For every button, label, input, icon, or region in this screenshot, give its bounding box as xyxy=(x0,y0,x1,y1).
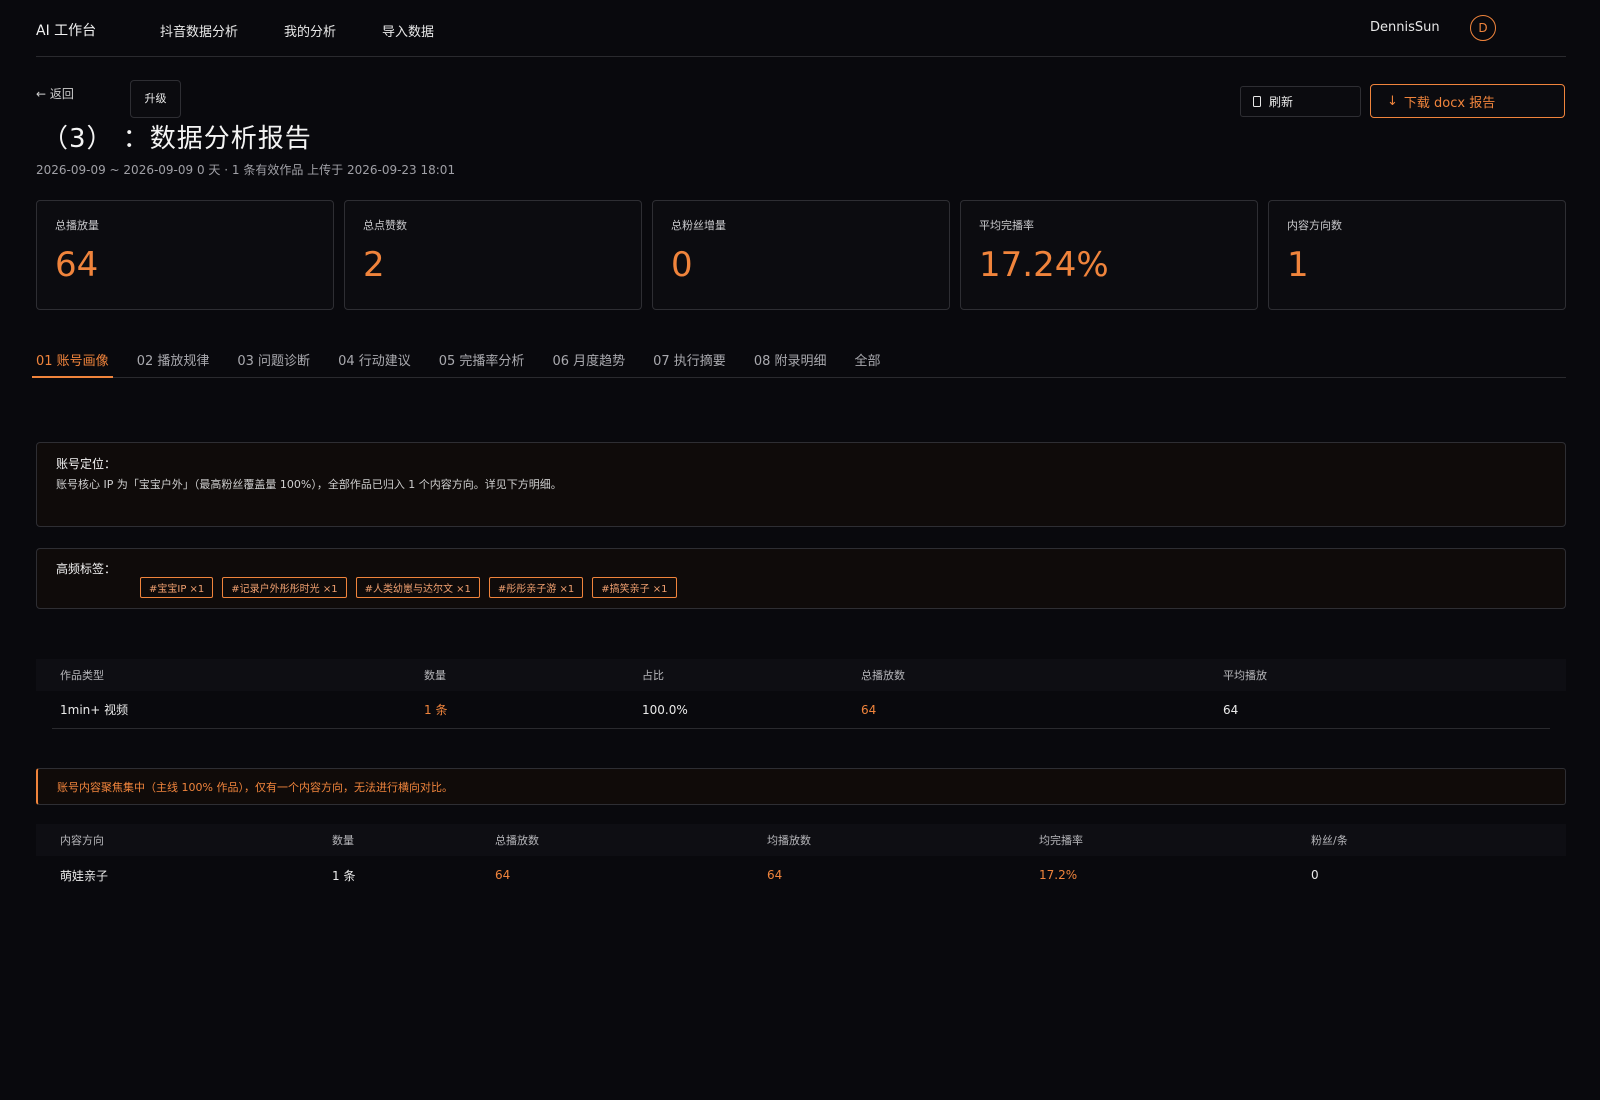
stat-value: 64 xyxy=(55,245,99,285)
stat-value: 0 xyxy=(671,245,693,285)
table-cell: 1 条 xyxy=(424,703,448,717)
header-cell: 平均播放 xyxy=(1223,669,1267,682)
header-cell: 数量 xyxy=(424,669,446,682)
nav-my-analysis[interactable]: 我的分析 xyxy=(284,21,336,40)
stat-card-completion-rate: 平均完播率 17.24% xyxy=(960,200,1258,310)
stat-card-total-likes: 总点赞数 2 xyxy=(344,200,642,310)
tags-panel: 高频标签： #宝宝IP ×1 #记录户外彤彤时光 ×1 #人类幼崽与达尔文 ×1… xyxy=(36,548,1566,609)
main-nav: 抖音数据分析 我的分析 导入数据 xyxy=(160,21,480,40)
tag-chip[interactable]: #记录户外彤彤时光 ×1 xyxy=(222,577,347,598)
header-cell: 内容方向 xyxy=(60,834,104,847)
report-meta: 2026-09-09 ~ 2026-09-09 0 天 · 1 条有效作品 上传… xyxy=(36,163,456,177)
table-header: 内容方向 数量 总播放数 均播放数 均完播率 粉丝/条 xyxy=(36,824,1566,856)
stat-label: 平均完播率 xyxy=(979,219,1034,232)
brand-logo[interactable]: AI 工作台 xyxy=(36,20,96,40)
positioning-panel: 账号定位： 账号核心 IP 为「宝宝户外」（最高粉丝覆盖量 100%），全部作品… xyxy=(36,442,1566,527)
table-cell: 64 xyxy=(767,868,783,882)
table-cell: 64 xyxy=(1223,702,1239,717)
tab-diagnosis[interactable]: 03 问题诊断 xyxy=(233,340,314,378)
header-cell: 作品类型 xyxy=(60,669,104,682)
refresh-icon xyxy=(1253,96,1261,107)
table-row: 萌娃亲子 1 条 64 64 17.2% 0 xyxy=(36,856,1566,894)
tag-chip[interactable]: #宝宝IP ×1 xyxy=(140,577,214,598)
table-cell: 64 xyxy=(861,702,877,717)
header-cell: 均播放数 xyxy=(767,834,811,847)
stat-label: 总粉丝增量 xyxy=(671,219,726,232)
header-cell: 占比 xyxy=(642,669,664,682)
nav-import-data[interactable]: 导入数据 xyxy=(382,21,434,40)
stat-label: 内容方向数 xyxy=(1287,219,1342,232)
tag-list: #宝宝IP ×1 #记录户外彤彤时光 ×1 #人类幼崽与达尔文 ×1 #彤彤亲子… xyxy=(140,577,677,598)
user-name[interactable]: DennisSun xyxy=(1370,20,1440,35)
tab-executive-summary[interactable]: 07 执行摘要 xyxy=(649,340,730,378)
download-icon: ↓ xyxy=(1387,93,1398,109)
stat-label: 总点赞数 xyxy=(363,219,407,232)
table-row: 1min+ 视频 1 条 100.0% 64 64 xyxy=(52,691,1550,729)
tab-play-patterns[interactable]: 02 播放规律 xyxy=(133,340,214,378)
header-cell: 均完播率 xyxy=(1039,834,1083,847)
stat-value: 2 xyxy=(363,245,385,285)
tags-title: 高频标签： xyxy=(56,562,117,576)
tab-account-profile[interactable]: 01 账号画像 xyxy=(32,340,113,378)
tab-action-advice[interactable]: 04 行动建议 xyxy=(334,340,415,378)
stat-card-total-plays: 总播放量 64 xyxy=(36,200,334,310)
content-type-table: 作品类型 数量 占比 总播放数 平均播放 1min+ 视频 1 条 100.0%… xyxy=(36,659,1566,729)
upgrade-button[interactable]: 升级 xyxy=(130,80,181,118)
table-cell: 1min+ 视频 xyxy=(60,703,129,717)
page-title: （3） ：数据分析报告 xyxy=(42,124,312,154)
tag-chip[interactable]: #彤彤亲子游 ×1 xyxy=(488,577,584,598)
tab-appendix[interactable]: 08 附录明细 xyxy=(750,340,831,378)
download-label: 下载 docx 报告 xyxy=(1403,95,1496,111)
positioning-body: 账号核心 IP 为「宝宝户外」（最高粉丝覆盖量 100%），全部作品已归入 1 … xyxy=(56,478,562,491)
positioning-title: 账号定位： xyxy=(56,457,117,471)
stat-card-follower-growth: 总粉丝增量 0 xyxy=(652,200,950,310)
table-cell: 17.2% xyxy=(1039,868,1078,882)
tab-all[interactable]: 全部 xyxy=(851,340,885,378)
tag-chip[interactable]: #人类幼崽与达尔文 ×1 xyxy=(355,577,480,598)
stats-row: 总播放量 64 总点赞数 2 总粉丝增量 0 平均完播率 17.24% 内容方向… xyxy=(36,200,1566,310)
back-link[interactable]: ← 返回 xyxy=(36,85,74,102)
header-cell: 总播放数 xyxy=(495,834,539,847)
tab-monthly-trend[interactable]: 06 月度趋势 xyxy=(548,340,629,378)
table-cell: 0 xyxy=(1311,868,1319,882)
table-header: 作品类型 数量 占比 总播放数 平均播放 xyxy=(36,659,1566,691)
avatar[interactable]: D xyxy=(1470,15,1496,41)
refresh-label: 刷新 xyxy=(1269,95,1294,109)
content-direction-table: 内容方向 数量 总播放数 均播放数 均完播率 粉丝/条 萌娃亲子 1 条 64 … xyxy=(36,824,1566,894)
stat-card-content-directions: 内容方向数 1 xyxy=(1268,200,1566,310)
stat-label: 总播放量 xyxy=(55,219,99,232)
table-cell: 萌娃亲子 xyxy=(60,868,109,883)
top-bar: AI 工作台 抖音数据分析 我的分析 导入数据 DennisSun D xyxy=(36,0,1566,57)
tag-chip[interactable]: #搞笑亲子 ×1 xyxy=(592,577,677,598)
stat-value: 1 xyxy=(1287,245,1309,285)
table-cell: 64 xyxy=(495,868,511,882)
header-cell: 数量 xyxy=(332,834,354,847)
refresh-button[interactable]: 刷新 xyxy=(1240,86,1361,117)
table-cell: 1 条 xyxy=(332,868,356,883)
header-cell: 粉丝/条 xyxy=(1311,834,1348,847)
concentration-alert: 账号内容聚焦集中（主线 100% 作品），仅有一个内容方向，无法进行横向对比。 xyxy=(36,768,1566,805)
stat-value: 17.24% xyxy=(979,245,1109,285)
tab-completion-analysis[interactable]: 05 完播率分析 xyxy=(435,340,529,378)
section-tabs: 01 账号画像 02 播放规律 03 问题诊断 04 行动建议 05 完播率分析… xyxy=(32,340,1566,378)
download-docx-button[interactable]: ↓ 下载 docx 报告 xyxy=(1370,84,1565,118)
table-cell: 100.0% xyxy=(642,702,688,717)
nav-douyin-analysis[interactable]: 抖音数据分析 xyxy=(160,21,238,40)
header-cell: 总播放数 xyxy=(861,669,905,682)
